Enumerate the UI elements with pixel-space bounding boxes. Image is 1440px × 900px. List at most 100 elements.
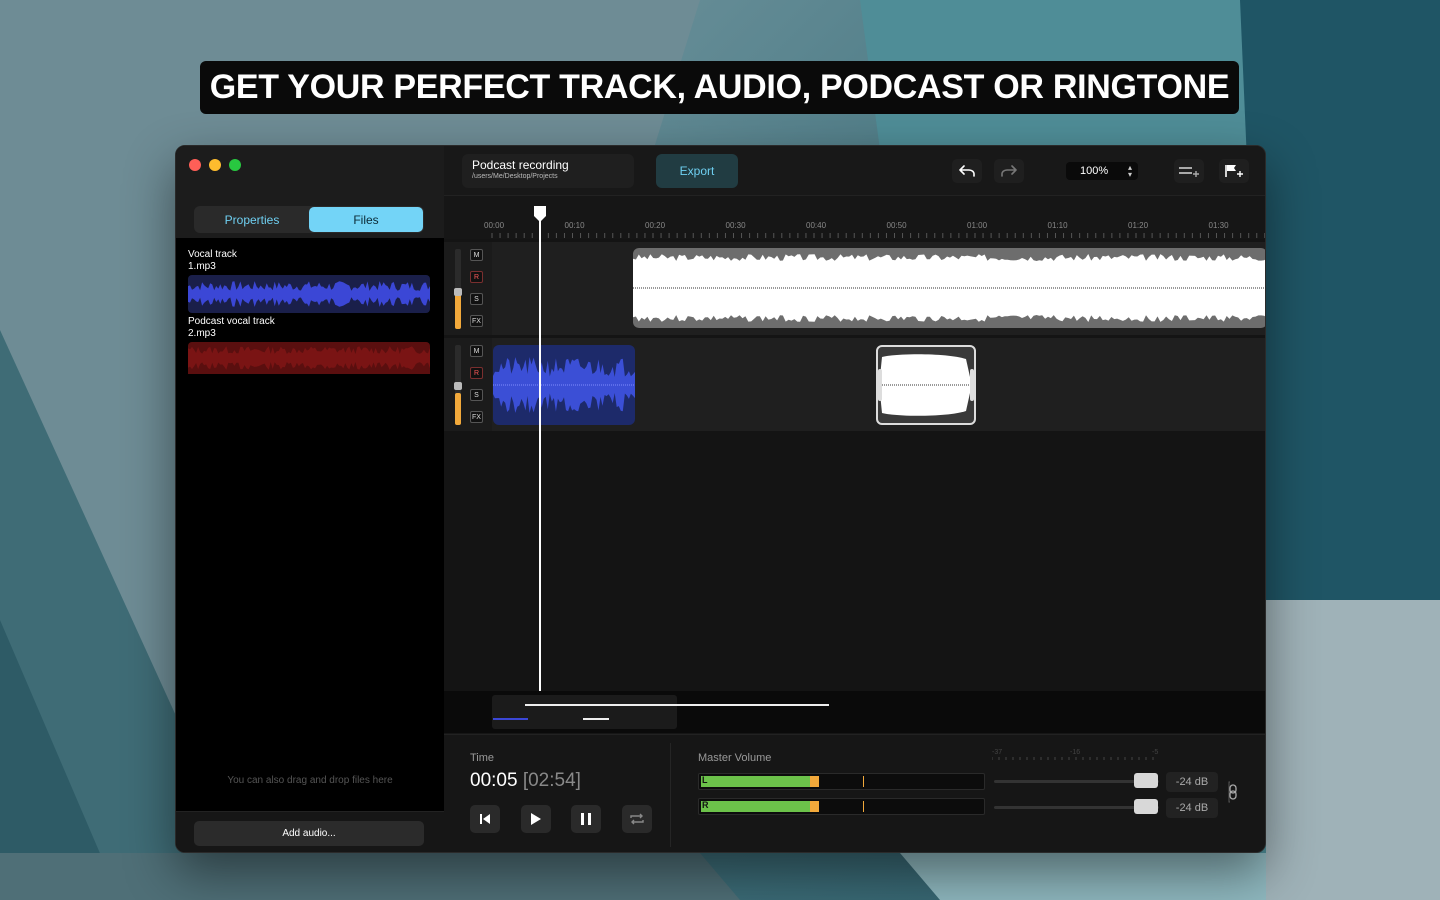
db-readout-right[interactable]: -24 dB xyxy=(1166,798,1218,818)
project-title: Podcast recording xyxy=(472,158,569,172)
undo-button[interactable] xyxy=(952,159,982,183)
volume-slider-left[interactable] xyxy=(994,773,1159,788)
level-meter-left: L xyxy=(698,773,985,790)
clip-trim-handle[interactable] xyxy=(970,369,974,401)
ruler-tick-label: 01:30 xyxy=(1209,221,1230,230)
fx-button[interactable]: FX xyxy=(470,315,483,327)
ruler-tick-label: 00:30 xyxy=(726,221,747,230)
ruler-tick-label: 01:20 xyxy=(1128,221,1149,230)
volume-scale: -37 -16 -5 xyxy=(992,749,1158,760)
app-window: Properties Files Vocal track 1.mp3 Podca… xyxy=(175,145,1266,853)
overview-viewport[interactable] xyxy=(492,695,677,729)
track-row: M R S FX xyxy=(444,338,1265,431)
fader-knob[interactable] xyxy=(454,288,462,296)
add-audio-button[interactable]: Add audio... xyxy=(194,821,424,846)
audio-clip-selected[interactable] xyxy=(493,345,635,425)
clip-trim-handle[interactable] xyxy=(878,369,882,401)
project-info[interactable]: Podcast recording /users/Me/Desktop/Proj… xyxy=(462,154,634,188)
volume-slider-right[interactable] xyxy=(994,799,1159,814)
track-controls: M R S FX xyxy=(444,242,492,335)
file-item-vocal-track[interactable]: Vocal track 1.mp3 xyxy=(188,249,432,313)
undo-icon xyxy=(959,165,975,177)
tracks-area: M R S FX M R S FX xyxy=(444,239,1265,691)
db-readout-left[interactable]: -24 dB xyxy=(1166,772,1218,792)
sidebar: Properties Files Vocal track 1.mp3 Podca… xyxy=(176,146,444,852)
panel-divider xyxy=(670,743,671,847)
zoom-stepper[interactable]: 100% ▴ ▾ xyxy=(1066,162,1138,180)
audio-clip[interactable] xyxy=(633,248,1265,328)
skip-back-button[interactable] xyxy=(470,805,500,833)
export-button[interactable]: Export xyxy=(656,154,738,188)
project-path: /users/Me/Desktop/Projects xyxy=(472,173,558,180)
close-window-button[interactable] xyxy=(189,159,201,171)
redo-button[interactable] xyxy=(994,159,1024,183)
mute-button[interactable]: M xyxy=(470,249,483,261)
add-track-button[interactable] xyxy=(1174,159,1204,183)
record-button[interactable]: R xyxy=(470,367,483,379)
ruler-tick-label: 01:10 xyxy=(1048,221,1069,230)
file-waveform xyxy=(188,342,430,380)
file-name: Vocal track 1.mp3 xyxy=(188,249,237,272)
minimize-window-button[interactable] xyxy=(209,159,221,171)
add-track-icon xyxy=(1179,167,1199,177)
solo-button[interactable]: S xyxy=(470,389,483,401)
zoom-value: 100% xyxy=(1080,165,1109,177)
scale-label: -16 xyxy=(1070,749,1080,756)
toolbar: Podcast recording /users/Me/Desktop/Proj… xyxy=(444,146,1265,196)
file-name: Podcast vocal track 2.mp3 xyxy=(188,316,275,339)
redo-icon xyxy=(1001,165,1017,177)
timeline-overview[interactable] xyxy=(444,691,1265,733)
overview-track xyxy=(493,718,528,720)
zoom-window-button[interactable] xyxy=(229,159,241,171)
play-icon xyxy=(531,813,541,825)
track-controls: M R S FX xyxy=(444,338,492,431)
overview-track xyxy=(525,704,829,706)
total-time: [02:54] xyxy=(522,770,581,791)
fx-button[interactable]: FX xyxy=(470,411,483,423)
track-volume-fader[interactable] xyxy=(454,345,462,425)
ruler-tick-label: 00:20 xyxy=(645,221,666,230)
solo-button[interactable]: S xyxy=(470,293,483,305)
track-row: M R S FX xyxy=(444,242,1265,335)
slider-knob[interactable] xyxy=(1134,773,1158,788)
add-marker-button[interactable] xyxy=(1219,159,1249,183)
time-display: 00:05 [02:54] xyxy=(470,770,581,792)
track-volume-fader[interactable] xyxy=(454,249,462,329)
slider-knob[interactable] xyxy=(1134,799,1158,814)
pause-button[interactable] xyxy=(571,805,601,833)
audio-clip[interactable] xyxy=(876,345,976,425)
scale-label: -37 xyxy=(992,749,1002,756)
overview-track xyxy=(583,718,609,720)
ruler-tick-label: 00:40 xyxy=(806,221,827,230)
tab-files[interactable]: Files xyxy=(309,207,423,232)
record-button[interactable]: R xyxy=(470,271,483,283)
scale-label: -5 xyxy=(1152,749,1158,756)
add-marker-icon xyxy=(1225,165,1243,177)
fader-knob[interactable] xyxy=(454,382,462,390)
ruler-tick-label: 00:10 xyxy=(565,221,586,230)
promo-headline: GET YOUR PERFECT TRACK, AUDIO, PODCAST O… xyxy=(200,61,1239,114)
link-channels-icon[interactable] xyxy=(1227,777,1239,807)
ruler-tick-label: 01:00 xyxy=(967,221,988,230)
channel-label: L xyxy=(702,775,708,785)
timeline-ruler[interactable]: 00:00 00:10 00:20 00:30 00:40 00:50 01:00 01:10… xyxy=(444,197,1265,239)
skip-back-icon xyxy=(480,814,490,824)
ruler-tick-label: 00:50 xyxy=(887,221,908,230)
file-waveform xyxy=(188,275,430,313)
pause-icon xyxy=(581,813,591,825)
transport-panel: Time 00:05 [02:54] Master Volume -37 -16… xyxy=(444,734,1265,852)
stepper-arrows-icon[interactable]: ▴ ▾ xyxy=(1128,164,1132,179)
playhead[interactable] xyxy=(532,206,548,692)
mute-button[interactable]: M xyxy=(470,345,483,357)
file-item-podcast-vocal-track[interactable]: Podcast vocal track 2.mp3 xyxy=(188,316,432,380)
sidebar-footer: Add audio... xyxy=(176,811,444,852)
play-button[interactable] xyxy=(521,805,551,833)
editor-area: Podcast recording /users/Me/Desktop/Proj… xyxy=(444,146,1265,852)
time-label: Time xyxy=(470,752,495,764)
master-volume-label: Master Volume xyxy=(698,752,772,764)
loop-icon xyxy=(630,813,644,825)
loop-button[interactable] xyxy=(622,805,652,833)
ruler-tick-label: 00:00 xyxy=(484,221,505,230)
sidebar-header: Properties Files xyxy=(176,146,444,238)
tab-properties[interactable]: Properties xyxy=(195,207,309,232)
